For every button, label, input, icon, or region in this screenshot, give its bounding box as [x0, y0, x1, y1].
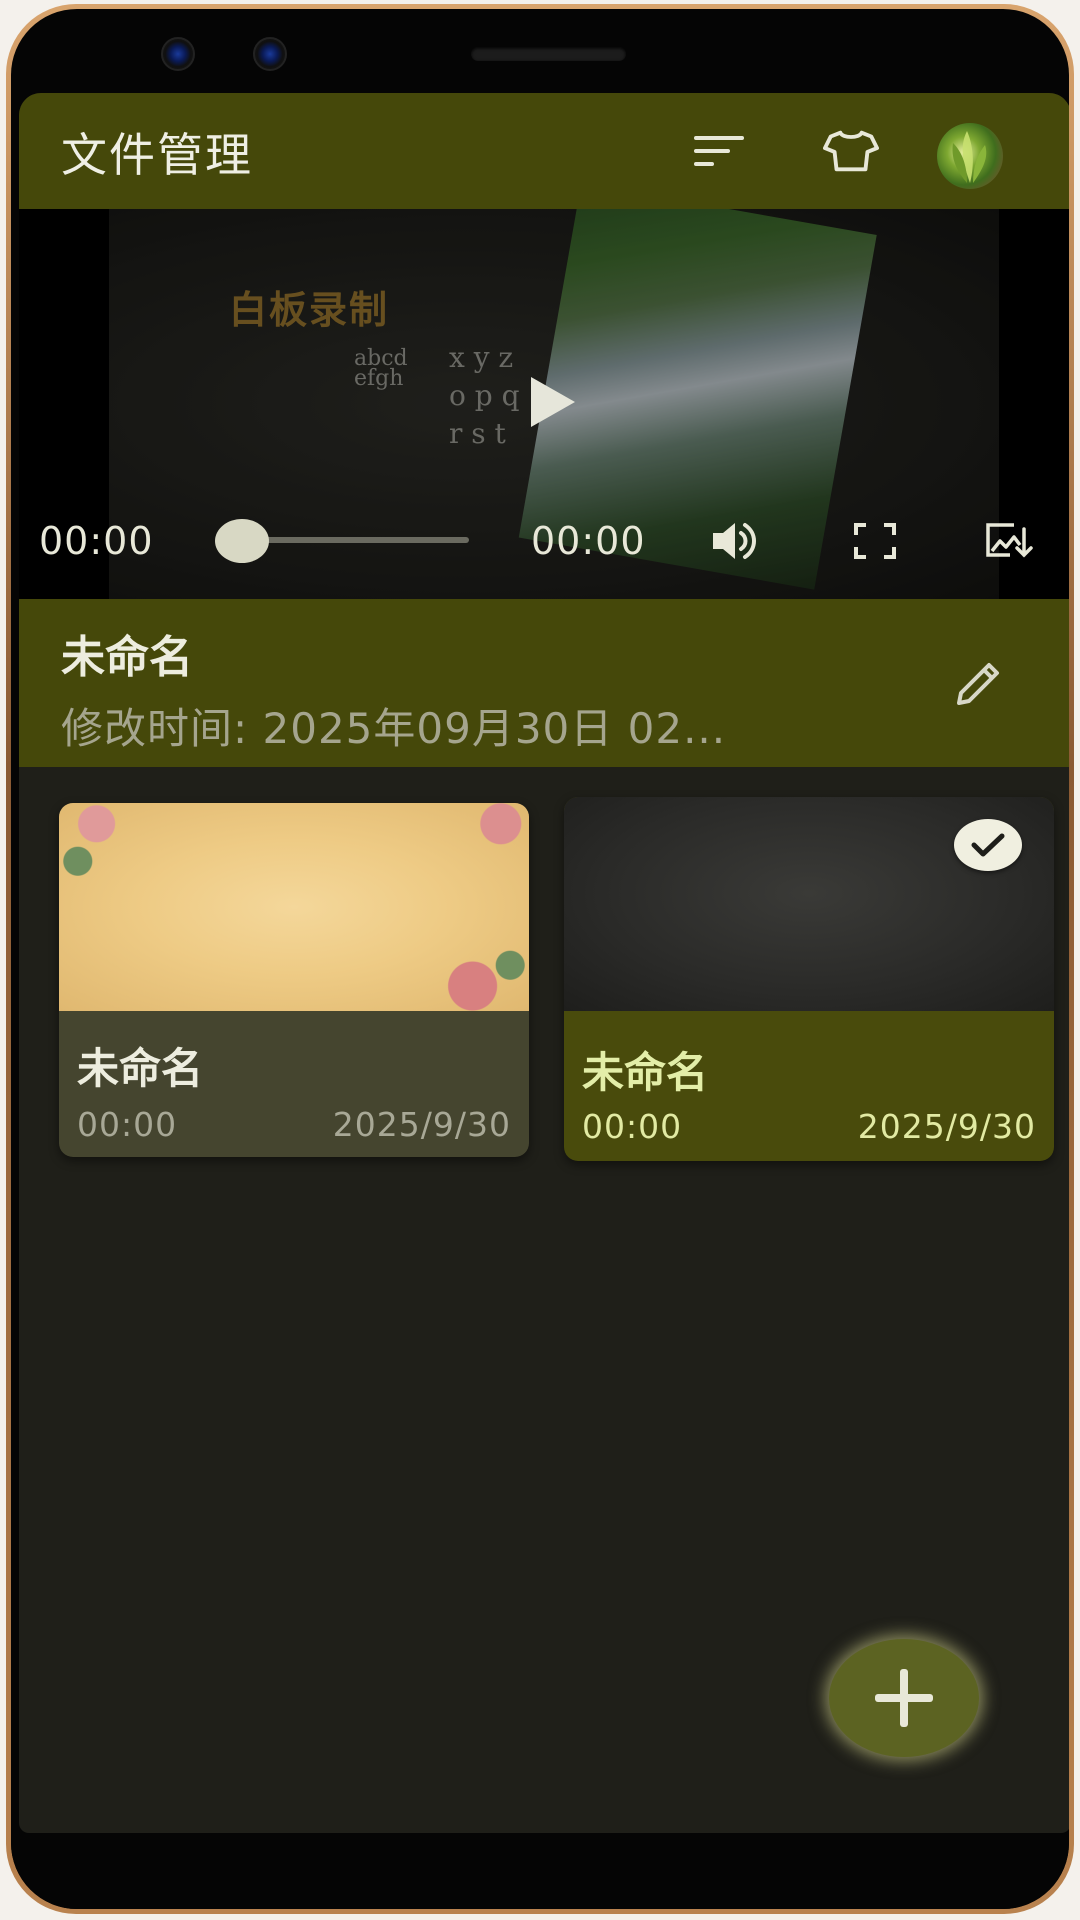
total-time: 00:00 — [531, 519, 646, 563]
video-player[interactable]: 白板录制 abcd efgh x y z o p q r s t 00:00 0… — [19, 209, 1069, 599]
recording-name: 未命名 — [61, 632, 193, 683]
seek-thumb[interactable] — [215, 519, 269, 563]
phone-frame: 文件管理 白板录制 abcd efgh x y z o p q r s t 00… — [6, 4, 1074, 1914]
recording-card-selected[interactable]: 未命名 00:00 2025/9/30 — [564, 797, 1054, 1161]
page-title: 文件管理 — [61, 128, 253, 182]
front-sensor — [253, 37, 287, 71]
recording-card[interactable]: 未命名 00:00 2025/9/30 — [59, 803, 529, 1157]
modified-time: 修改时间: 2025年09月30日 02... — [61, 704, 727, 753]
plus-icon — [875, 1669, 933, 1727]
sort-icon[interactable] — [691, 123, 747, 179]
app-screen: 文件管理 白板录制 abcd efgh x y z o p q r s t 00… — [19, 93, 1069, 1833]
shirt-icon[interactable] — [823, 123, 879, 179]
recording-info: 未命名 修改时间: 2025年09月30日 02... — [19, 599, 1069, 767]
card-title: 未命名 — [77, 1044, 204, 1093]
player-controls: 00:00 00:00 — [19, 509, 1069, 569]
phone-body: 文件管理 白板录制 abcd efgh x y z o p q r s t 00… — [11, 9, 1069, 1909]
app-bar: 文件管理 — [19, 93, 1069, 209]
add-button[interactable] — [829, 1639, 979, 1757]
card-date: 2025/9/30 — [332, 1105, 511, 1144]
card-title: 未命名 — [582, 1048, 709, 1097]
seek-bar[interactable] — [239, 537, 469, 543]
check-icon[interactable] — [954, 819, 1022, 871]
earpiece-speaker — [471, 47, 626, 61]
card-duration: 00:00 — [77, 1105, 178, 1144]
volume-icon[interactable] — [707, 515, 763, 567]
edit-icon[interactable] — [949, 653, 1009, 713]
avatar[interactable] — [937, 123, 1003, 189]
card-duration: 00:00 — [582, 1107, 683, 1146]
card-thumbnail — [59, 803, 529, 1011]
current-time: 00:00 — [39, 519, 154, 563]
front-camera — [161, 37, 195, 71]
card-date: 2025/9/30 — [857, 1107, 1036, 1146]
phone-bottom-bezel — [11, 1833, 1069, 1909]
save-image-icon[interactable] — [981, 515, 1037, 567]
play-icon[interactable] — [531, 377, 575, 427]
fullscreen-icon[interactable] — [847, 515, 903, 567]
